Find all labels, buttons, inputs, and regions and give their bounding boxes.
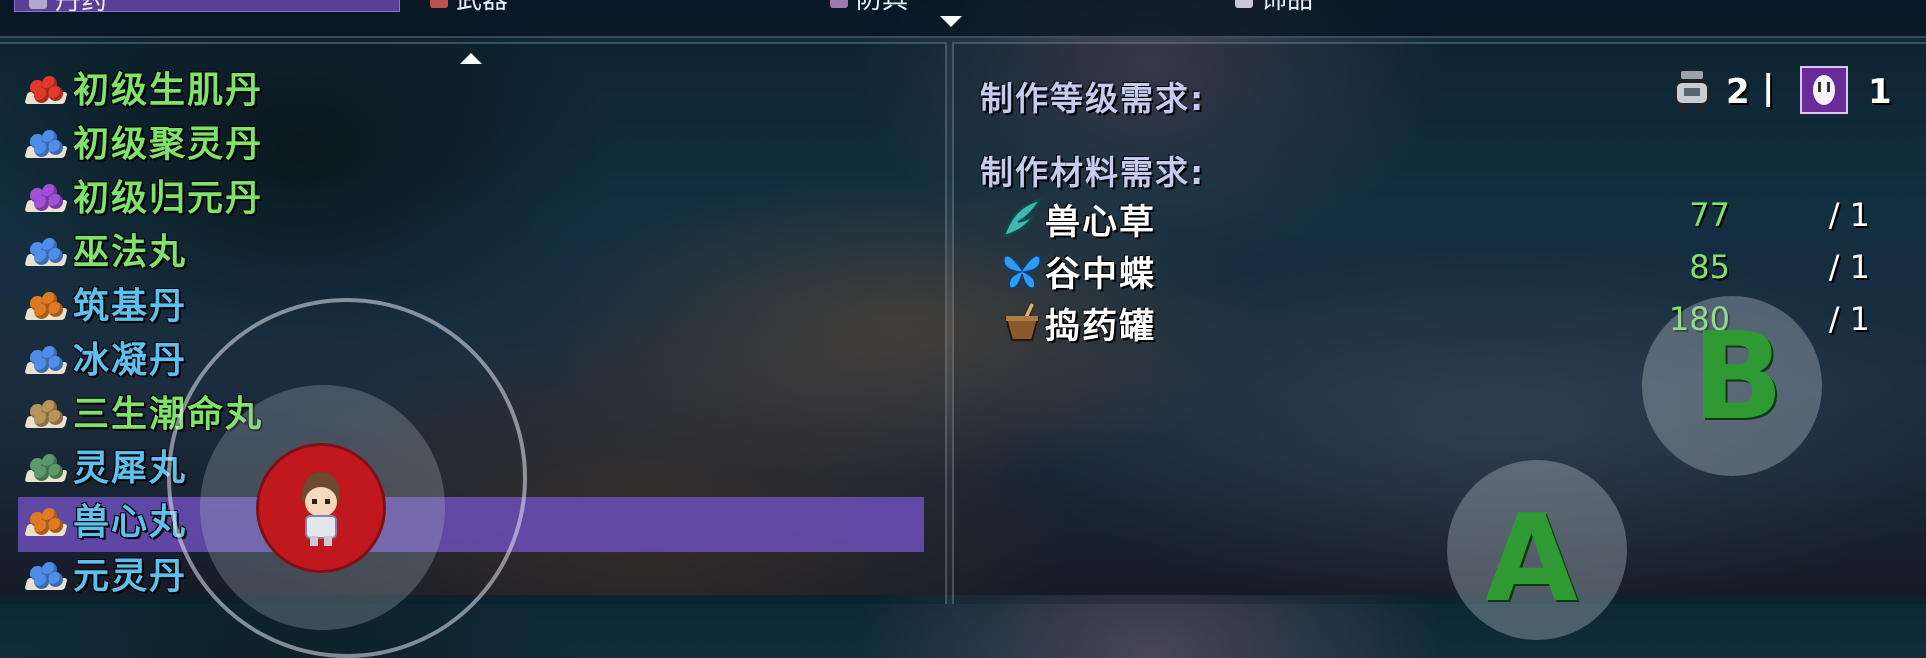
pill-icon	[24, 128, 66, 162]
recipe-name: 筑基丹	[73, 286, 188, 327]
tab-pills[interactable]: 丹药	[14, 0, 400, 12]
herb-icon	[1000, 196, 1044, 244]
material-name: 兽心草	[1045, 203, 1157, 243]
pill-icon	[24, 236, 66, 270]
b-button-label: B	[1692, 308, 1784, 447]
tab-armor[interactable]: 防具	[830, 0, 908, 12]
pill-icon	[24, 398, 66, 432]
scroll-up-arrow-icon[interactable]	[460, 53, 482, 64]
pill-icon	[24, 182, 66, 216]
recipe-name: 元灵丹	[73, 556, 188, 597]
pill-icon	[24, 74, 66, 108]
material-required-count: / 1	[1828, 196, 1870, 234]
a-button-label: A	[1485, 490, 1578, 629]
pill-icon	[24, 506, 66, 540]
material-name: 谷中蝶	[1045, 255, 1157, 295]
accessory-tab-icon	[1235, 0, 1253, 8]
recipe-item[interactable]: 初级聚灵丹	[18, 120, 918, 170]
tab-accessories[interactable]: 饰品	[1235, 0, 1313, 12]
material-owned-count: 77	[1689, 196, 1730, 234]
level-requirement-label: 制作等级需求:	[980, 79, 1206, 118]
skill-level-value: 1	[1868, 72, 1892, 112]
category-tab-bar: 丹药 武器 防具 饰品	[0, 0, 1926, 38]
furnace-icon	[1675, 69, 1709, 112]
material-name: 捣药罐	[1045, 307, 1157, 347]
sword-tab-icon	[430, 0, 448, 8]
material-requirement-label: 制作材料需求:	[980, 153, 1206, 192]
player-avatar-icon	[302, 472, 340, 546]
pill-icon	[24, 560, 66, 594]
recipe-name: 冰凝丹	[73, 340, 188, 381]
material-owned-count: 85	[1689, 248, 1730, 286]
pill-tab-icon	[29, 0, 47, 9]
recipe-item[interactable]: 巫法丸	[18, 228, 918, 278]
level-separator: |	[1762, 68, 1775, 108]
armor-tab-icon	[830, 0, 848, 8]
mask-skill-icon	[1800, 66, 1848, 114]
butterfly-icon	[1000, 248, 1044, 296]
pill-icon	[24, 452, 66, 486]
recipe-item[interactable]: 筑基丹	[18, 282, 918, 332]
recipe-item[interactable]: 初级归元丹	[18, 174, 918, 224]
recipe-name: 巫法丸	[73, 232, 188, 273]
recipe-name: 初级聚灵丹	[73, 124, 264, 165]
recipe-name: 初级生肌丹	[73, 70, 264, 111]
pill-icon	[24, 290, 66, 324]
recipe-name: 初级归元丹	[73, 178, 264, 219]
pill-icon	[24, 344, 66, 378]
material-row: 谷中蝶 85 / 1	[1000, 246, 1900, 296]
tab-selector-caret-icon	[940, 16, 962, 27]
tab-weapons[interactable]: 武器	[430, 0, 508, 12]
furnace-level-value: 2	[1726, 72, 1750, 112]
mortar-icon	[1000, 300, 1044, 348]
material-required-count: / 1	[1828, 248, 1870, 286]
material-row: 兽心草 77 / 1	[1000, 194, 1900, 244]
recipe-item[interactable]: 初级生肌丹	[18, 66, 918, 116]
